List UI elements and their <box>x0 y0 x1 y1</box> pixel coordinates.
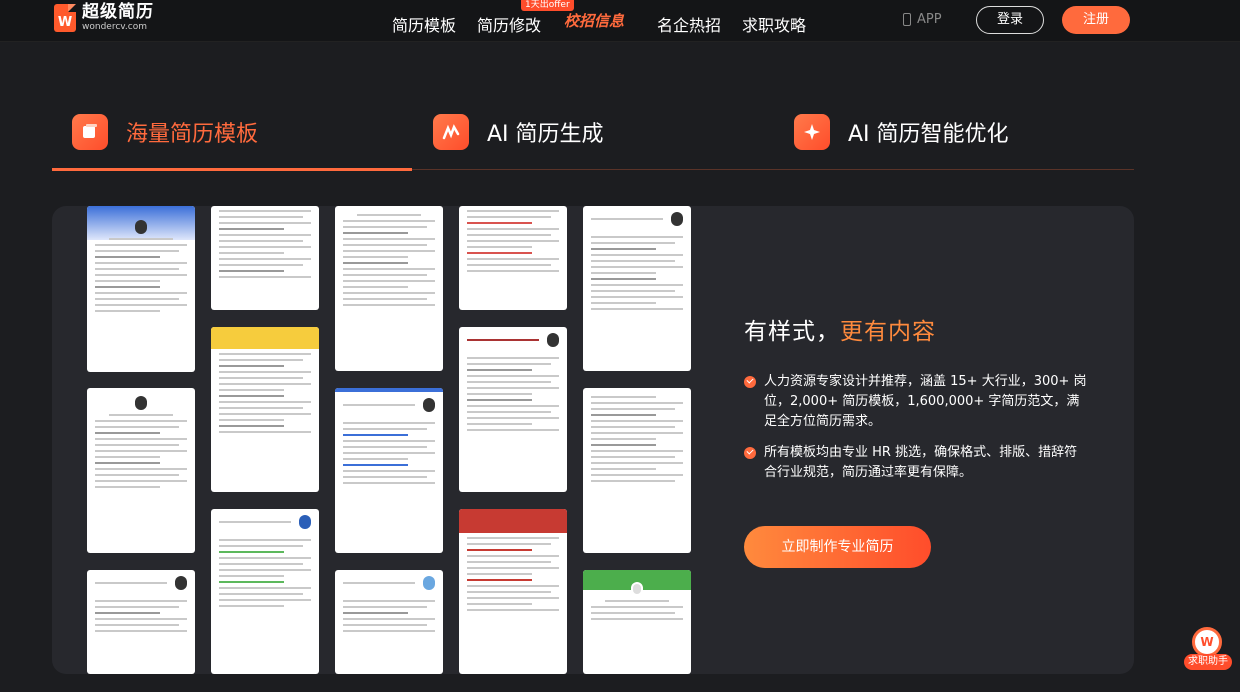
feature-bullet-text: 人力资源专家设计并推荐，涵盖 15+ 大行业，300+ 岗位，2,000+ 简历… <box>764 374 1087 429</box>
template-thumbnail[interactable] <box>211 206 319 310</box>
template-thumbnail[interactable] <box>335 206 443 371</box>
tab-ai-optimize[interactable]: AI 简历智能优化 <box>794 114 1009 150</box>
template-thumbnail[interactable] <box>583 206 691 371</box>
feature-bullet-text: 所有模板均由专业 HR 挑选，确保格式、排版、措辞符合行业规范，简历通过率更有保… <box>764 445 1078 480</box>
app-download[interactable]: APP <box>903 12 942 27</box>
template-thumbnail[interactable] <box>87 206 195 372</box>
feature-tabs: 海量简历模板 AI 简历生成 AI 简历智能优化 <box>52 108 1134 171</box>
template-thumbnail[interactable] <box>335 388 443 553</box>
headline-highlight: 更有内容 <box>840 319 936 345</box>
logo-title: 超级简历 <box>82 2 154 22</box>
logo-subtitle: wondercv.com <box>82 22 147 32</box>
template-thumbnail[interactable] <box>459 206 567 310</box>
check-icon <box>744 447 756 459</box>
template-showcase-panel <box>52 206 1134 674</box>
assistant-avatar-icon: W <box>1192 627 1222 657</box>
sparkle-icon <box>794 114 830 150</box>
wand-icon <box>433 114 469 150</box>
template-thumbnail[interactable] <box>459 509 567 674</box>
assistant-label: 求职助手 <box>1184 654 1232 670</box>
tab-ai-optimize-label: AI 简历智能优化 <box>848 122 1009 147</box>
app-label: APP <box>917 12 942 27</box>
nav-resume-templates[interactable]: 简历模板 <box>392 12 456 36</box>
feature-headline: 有样式，更有内容 <box>744 312 936 346</box>
nav-top-companies[interactable]: 名企热招 <box>657 12 721 36</box>
job-assistant-widget[interactable]: W 求职助手 <box>1184 625 1232 673</box>
template-thumbnail[interactable] <box>87 388 195 553</box>
template-thumbnail[interactable] <box>211 327 319 492</box>
login-button[interactable]: 登录 <box>976 6 1044 34</box>
template-thumbnail[interactable] <box>583 388 691 553</box>
check-icon <box>744 376 756 388</box>
document-icon <box>72 114 108 150</box>
logo-icon: W <box>54 4 76 32</box>
top-navbar: W 超级简历 wondercv.com 简历模板 简历修改 1天出offer 校… <box>0 0 1240 42</box>
template-thumbnail[interactable] <box>583 570 691 674</box>
tab-ai-generate[interactable]: AI 简历生成 <box>433 114 604 150</box>
create-resume-button[interactable]: 立即制作专业简历 <box>744 526 931 568</box>
logo[interactable]: W 超级简历 wondercv.com <box>54 4 154 32</box>
template-thumbnail[interactable] <box>335 570 443 674</box>
feature-bullet: 人力资源专家设计并推荐，涵盖 15+ 大行业，300+ 岗位，2,000+ 简历… <box>744 372 1089 432</box>
tab-ai-generate-label: AI 简历生成 <box>487 122 604 147</box>
template-thumbnail[interactable] <box>459 327 567 492</box>
phone-icon <box>903 13 911 26</box>
active-tab-indicator <box>52 168 412 171</box>
tab-templates[interactable]: 海量简历模板 <box>72 114 258 150</box>
headline-plain: 有样式， <box>744 319 840 345</box>
feature-bullet: 所有模板均由专业 HR 挑选，确保格式、排版、措辞符合行业规范，简历通过率更有保… <box>744 443 1089 483</box>
nav-resume-edit[interactable]: 简历修改 <box>477 12 541 36</box>
nav-job-tips[interactable]: 求职攻略 <box>742 12 806 36</box>
nav-campus-jobs[interactable]: 校招信息 <box>564 10 624 31</box>
template-thumbnail[interactable] <box>211 509 319 674</box>
tab-templates-label: 海量简历模板 <box>126 122 259 147</box>
template-thumbnail[interactable] <box>87 570 195 674</box>
register-button[interactable]: 注册 <box>1062 6 1130 34</box>
